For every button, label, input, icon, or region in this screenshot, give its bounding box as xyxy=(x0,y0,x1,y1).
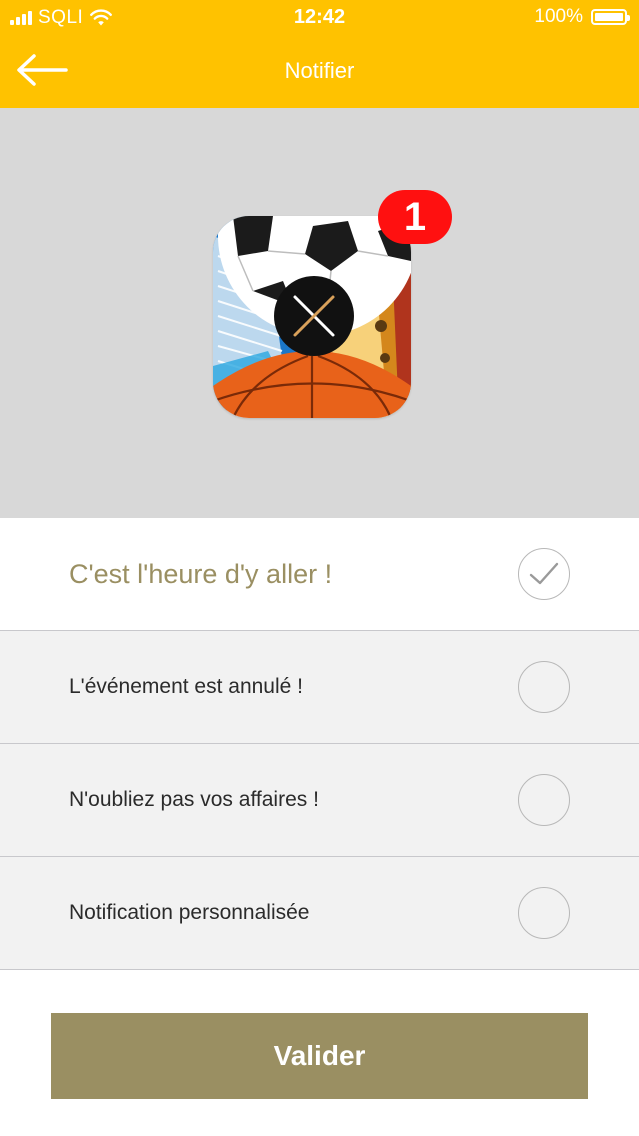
option-label: N'oubliez pas vos affaires ! xyxy=(69,788,319,811)
status-bar: SQLI 12:42 100% xyxy=(0,0,639,36)
validate-button[interactable]: Valider xyxy=(51,1013,588,1099)
battery-icon xyxy=(591,9,630,25)
option-remember-belongings[interactable]: N'oubliez pas vos affaires ! xyxy=(0,744,639,857)
header: SQLI 12:42 100% Notifier xyxy=(0,0,639,109)
radio-unchecked[interactable] xyxy=(518,661,570,713)
battery-percent: 100% xyxy=(534,6,583,27)
app-icon-button[interactable] xyxy=(213,216,411,418)
option-event-cancelled[interactable]: L'événement est annulé ! xyxy=(0,631,639,744)
status-right: 100% xyxy=(534,6,630,28)
page-title: Notifier xyxy=(284,58,355,83)
sports-app-icon xyxy=(213,216,411,418)
radio-checked[interactable] xyxy=(518,548,570,600)
option-label: Notification personnalisée xyxy=(69,901,310,924)
radio-unchecked[interactable] xyxy=(518,774,570,826)
radio-unchecked[interactable] xyxy=(518,887,570,939)
option-label: L'événement est annulé ! xyxy=(69,675,304,698)
option-label: C'est l'heure d'y aller ! xyxy=(69,559,333,589)
option-custom-notification[interactable]: Notification personnalisée xyxy=(0,857,639,970)
option-time-to-go[interactable]: C'est l'heure d'y aller ! xyxy=(0,518,639,631)
notification-options-list: C'est l'heure d'y aller ! L'événement es… xyxy=(0,518,639,970)
checkmark-icon xyxy=(529,562,559,585)
notification-badge: 1 xyxy=(378,190,452,244)
